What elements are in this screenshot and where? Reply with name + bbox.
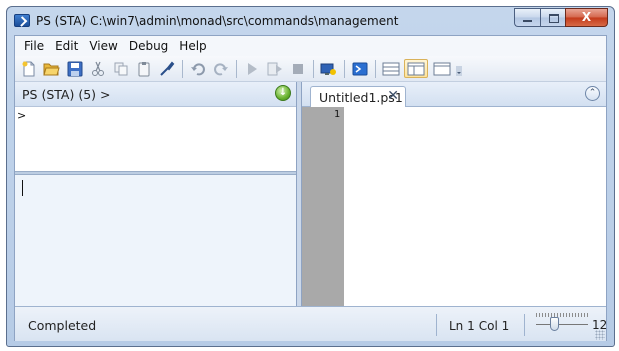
menu-bar: File Edit View Debug Help	[15, 36, 606, 56]
column-indicator: Col 1	[478, 319, 510, 333]
open-folder-icon[interactable]	[42, 59, 61, 78]
minimize-button[interactable]	[514, 8, 540, 27]
toolbar-separator	[375, 59, 376, 78]
status-separator	[524, 314, 525, 336]
line-indicator: Ln 1	[449, 319, 475, 333]
text-caret	[22, 180, 23, 196]
zoom-ticks	[536, 313, 588, 317]
status-separator	[436, 314, 437, 336]
toolbar	[15, 56, 606, 82]
console-header: PS (STA) (5) > ↓	[15, 82, 296, 107]
copy-icon[interactable]	[111, 59, 130, 78]
new-file-icon[interactable]	[19, 59, 38, 78]
layout-right-icon[interactable]	[404, 59, 428, 78]
expand-console-button[interactable]: ↓	[275, 85, 291, 101]
toolbar-separator	[313, 59, 314, 78]
layout-max-icon[interactable]	[432, 59, 451, 78]
redo-icon[interactable]	[211, 59, 230, 78]
window-title: PS (STA) C:\win7\admin\monad\src\command…	[36, 14, 399, 28]
powershell-app-icon	[14, 14, 30, 27]
menu-file[interactable]: File	[19, 39, 50, 53]
title-bar[interactable]: PS (STA) C:\win7\admin\monad\src\command…	[7, 7, 614, 35]
collapse-editor-button[interactable]: ⌃	[585, 86, 600, 101]
resize-grip[interactable]	[595, 330, 605, 340]
run-selection-icon[interactable]	[265, 59, 284, 78]
line-number: 1	[333, 109, 340, 120]
line-number-gutter: 1	[302, 107, 344, 306]
tab-untitled1[interactable]: Untitled1.ps1 ✕	[310, 86, 406, 107]
stop-icon[interactable]	[288, 59, 307, 78]
editor-tab-strip: Untitled1.ps1 ✕ ⌃	[302, 82, 606, 107]
layout-top-icon[interactable]	[381, 59, 400, 78]
new-remote-tab-icon[interactable]	[319, 59, 338, 78]
powershell-icon[interactable]	[350, 59, 369, 78]
editor-pane: Untitled1.ps1 ✕ ⌃ 1	[302, 82, 606, 306]
toolbar-separator	[236, 59, 237, 78]
zoom-slider-track[interactable]	[536, 324, 588, 325]
undo-icon[interactable]	[188, 59, 207, 78]
clear-icon[interactable]	[157, 59, 176, 78]
cursor-position: Ln 1 Col 1	[449, 319, 509, 333]
menu-view[interactable]: View	[84, 39, 123, 53]
close-icon: X	[581, 10, 592, 24]
output-pane[interactable]: >	[15, 107, 296, 171]
run-script-icon[interactable]	[242, 59, 261, 78]
console-pane: PS (STA) (5) > ↓ >	[15, 82, 296, 306]
toolbar-separator	[344, 59, 345, 78]
command-input[interactable]	[15, 175, 296, 306]
window-frame: PS (STA) C:\win7\admin\monad\src\command…	[6, 6, 615, 347]
status-text: Completed	[28, 318, 97, 333]
script-editor[interactable]	[344, 107, 606, 306]
menu-debug[interactable]: Debug	[124, 39, 174, 53]
arrow-down-icon: ↓	[278, 87, 288, 98]
output-prompt: >	[17, 109, 27, 122]
close-window-button[interactable]: X	[565, 8, 608, 27]
status-bar: Completed Ln 1 Col 1 12	[15, 306, 607, 341]
console-title: PS (STA) (5) >	[22, 87, 111, 102]
caption-buttons: X	[514, 8, 608, 27]
maximize-button[interactable]	[540, 8, 565, 27]
save-icon[interactable]	[65, 59, 84, 78]
close-tab-icon[interactable]: ✕	[387, 88, 399, 104]
toolbar-overflow-icon[interactable]	[455, 59, 463, 78]
cut-icon[interactable]	[88, 59, 107, 78]
menu-edit[interactable]: Edit	[50, 39, 84, 53]
menu-help[interactable]: Help	[174, 39, 212, 53]
toolbar-separator	[182, 59, 183, 78]
paste-icon[interactable]	[134, 59, 153, 78]
chevron-up-icon: ⌃	[588, 88, 597, 98]
zoom-slider-thumb[interactable]	[550, 317, 559, 331]
client-area: File Edit View Debug Help PS (STA) (5) >…	[14, 35, 607, 341]
